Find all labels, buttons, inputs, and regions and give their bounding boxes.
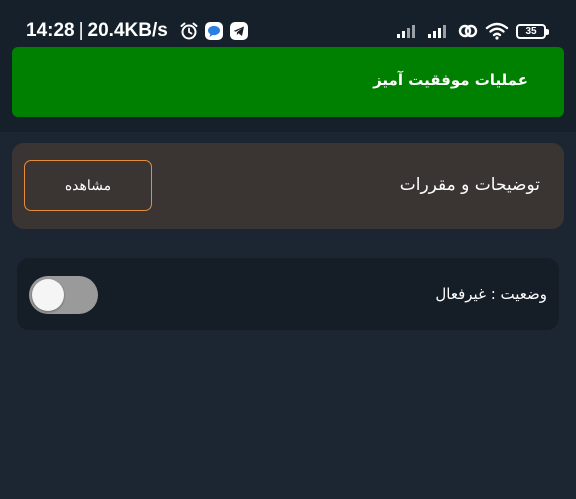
battery-icon: 35 [516,23,549,39]
signal-icon [396,23,420,39]
battery-level: 35 [516,23,549,39]
signal-icon [427,23,451,39]
notification-icons [174,21,249,41]
success-banner: عملیات موفقیت آمیز [12,47,564,117]
terms-label: توضیحات و مقررات [399,175,540,195]
alarm-icon [179,21,199,41]
status-separator: | [78,20,84,41]
status-bar-left: 14:28 | 20.4KB/s [26,19,249,43]
network-speed: 20.4KB/s [87,20,168,41]
terms-card: توضیحات و مقررات مشاهده [12,143,564,229]
wifi-icon [485,22,509,40]
chat-bubble-icon [204,21,224,41]
status-bar-right: 35 [389,20,549,42]
hotspot-icon [458,22,478,40]
status-label: وضعیت : غیرفعال [435,285,547,303]
status-bar: 14:28 | 20.4KB/s 35 [0,0,576,44]
status-toggle[interactable] [29,276,98,314]
telegram-icon [229,21,249,41]
banner-message: عملیات موفقیت آمیز [373,71,528,89]
status-card: وضعیت : غیرفعال [17,258,559,330]
status-time: 14:28 [26,20,75,41]
view-button[interactable]: مشاهده [24,160,152,211]
toggle-knob [32,279,64,311]
